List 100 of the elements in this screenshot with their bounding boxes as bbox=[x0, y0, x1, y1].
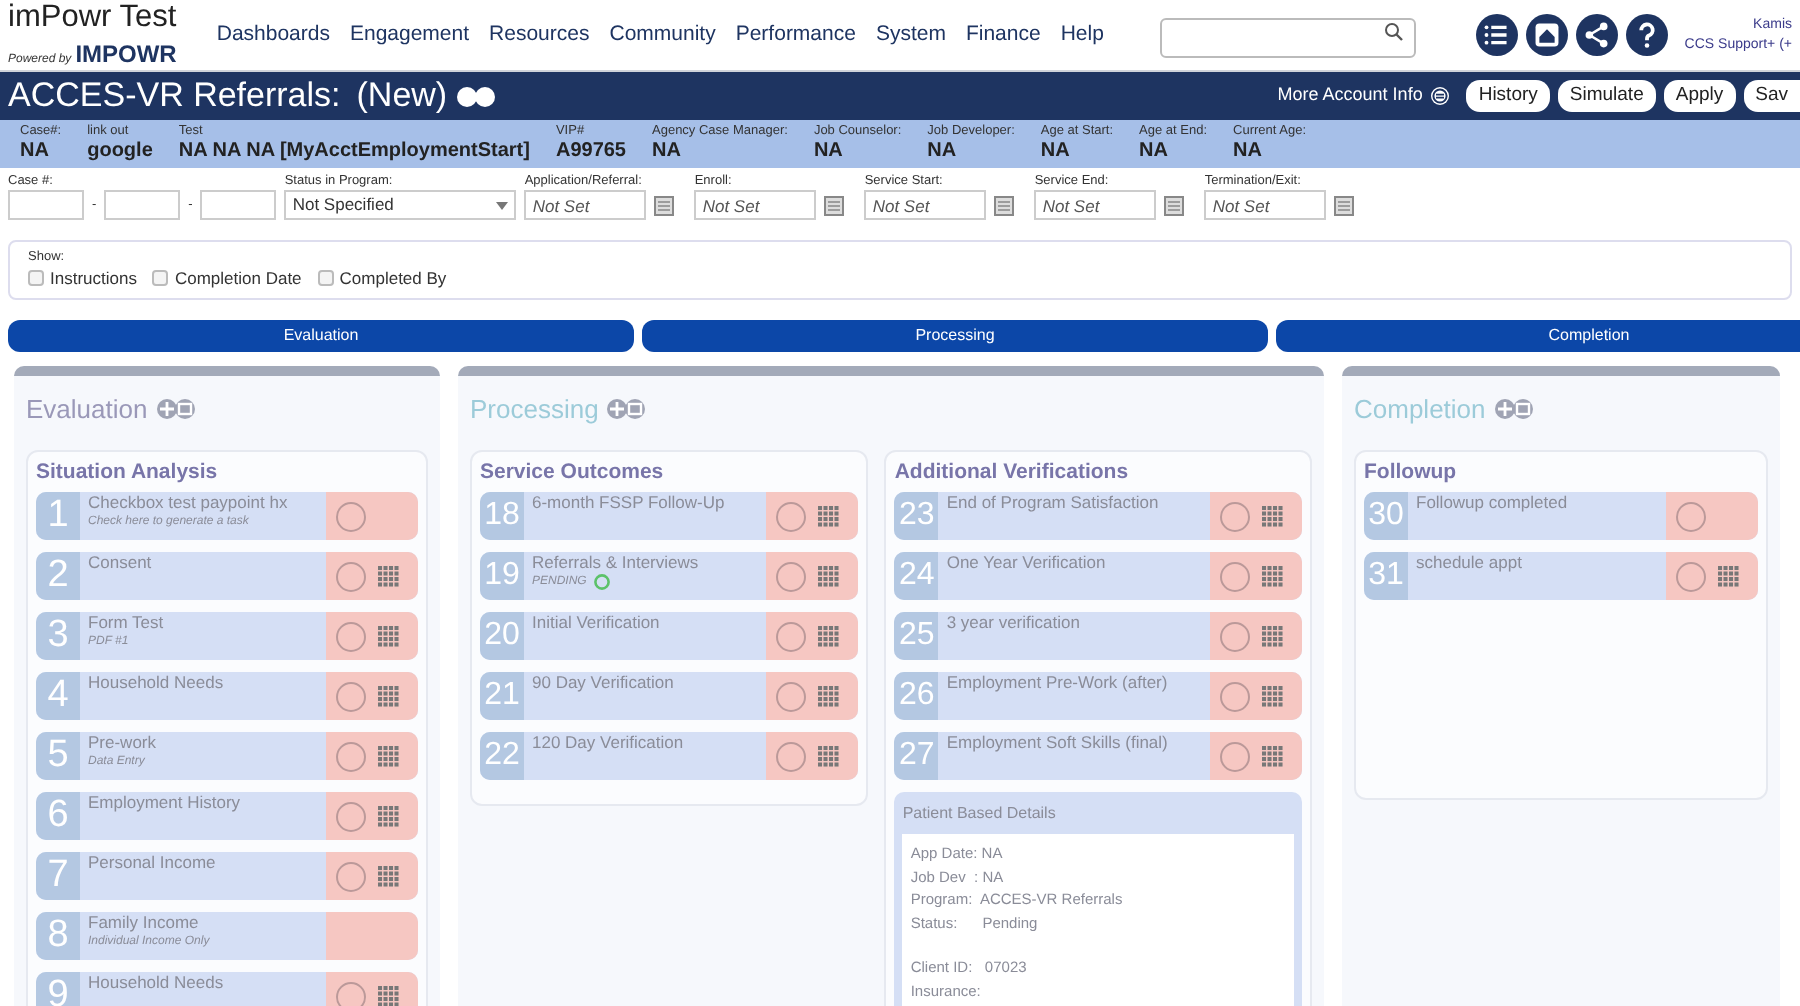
complete-toggle[interactable] bbox=[1220, 561, 1251, 592]
task-row[interactable]: 25 3 year verification bbox=[894, 612, 1303, 661]
complete-toggle[interactable] bbox=[336, 561, 366, 592]
phase-tab[interactable]: Evaluation bbox=[8, 320, 634, 352]
complete-toggle[interactable] bbox=[336, 861, 366, 892]
grid-icon[interactable] bbox=[1262, 565, 1285, 588]
list-icon[interactable] bbox=[1476, 14, 1519, 56]
task-number: 5 bbox=[36, 732, 80, 781]
task-row[interactable]: 2 Consent bbox=[36, 552, 418, 601]
nav-menu-item[interactable]: Community bbox=[609, 19, 716, 51]
header-button[interactable]: Apply bbox=[1663, 80, 1736, 112]
task-row[interactable]: 4 Household Needs bbox=[36, 672, 418, 721]
checkbox[interactable] bbox=[317, 270, 334, 287]
complete-toggle[interactable] bbox=[1220, 681, 1251, 712]
complete-toggle[interactable] bbox=[776, 501, 807, 532]
grid-icon[interactable] bbox=[818, 745, 841, 768]
grid-icon[interactable] bbox=[1262, 625, 1285, 648]
search-icon[interactable] bbox=[1384, 21, 1405, 41]
grid-icon[interactable] bbox=[378, 565, 400, 588]
header-button[interactable]: Simulate bbox=[1557, 80, 1656, 112]
task-title: One Year Verification bbox=[946, 552, 1108, 573]
complete-toggle[interactable] bbox=[336, 741, 366, 772]
complete-toggle[interactable] bbox=[776, 561, 807, 592]
task-number: 19 bbox=[480, 552, 524, 601]
input-field[interactable] bbox=[8, 190, 84, 220]
calendar-icon[interactable] bbox=[994, 195, 1015, 215]
input-field[interactable] bbox=[104, 190, 181, 220]
group-title: Service Outcomes bbox=[480, 457, 666, 487]
complete-toggle[interactable] bbox=[776, 741, 807, 772]
grid-icon[interactable] bbox=[818, 625, 841, 648]
grid-icon[interactable] bbox=[378, 685, 400, 708]
calendar-icon[interactable] bbox=[1164, 195, 1185, 215]
header-button[interactable]: Sav bbox=[1743, 80, 1800, 112]
complete-toggle[interactable] bbox=[336, 801, 366, 832]
nav-menu-item[interactable]: Performance bbox=[735, 19, 856, 51]
complete-toggle[interactable] bbox=[776, 621, 807, 652]
task-row[interactable]: 20 Initial Verification bbox=[480, 612, 859, 661]
task-row[interactable]: 18 6-month FSSP Follow-Up bbox=[480, 492, 859, 541]
header-button[interactable]: History bbox=[1466, 80, 1550, 112]
task-row[interactable]: 7 Personal Income bbox=[36, 852, 418, 901]
help-icon[interactable] bbox=[1626, 14, 1669, 56]
task-row[interactable]: 24 One Year Verification bbox=[894, 552, 1303, 601]
date-field[interactable]: Not Set bbox=[1034, 190, 1157, 220]
checkbox-label: Completed By bbox=[339, 266, 447, 292]
date-field[interactable]: Not Set bbox=[1204, 190, 1327, 220]
phase-tab[interactable]: Completion bbox=[1276, 320, 1800, 352]
calendar-icon[interactable] bbox=[824, 195, 845, 215]
more-account-info-link[interactable]: More Account Info bbox=[1277, 82, 1423, 110]
task-row[interactable]: 22 120 Day Verification bbox=[480, 732, 859, 781]
grid-icon[interactable] bbox=[818, 565, 841, 588]
complete-toggle[interactable] bbox=[1220, 501, 1251, 532]
task-row[interactable]: 31 schedule appt bbox=[1364, 552, 1758, 601]
task-row[interactable]: 6 Employment History bbox=[36, 792, 418, 841]
complete-toggle[interactable] bbox=[336, 621, 366, 652]
task-row[interactable]: 21 90 Day Verification bbox=[480, 672, 859, 721]
date-field[interactable]: Not Set bbox=[694, 190, 817, 220]
task-row[interactable]: 26 Employment Pre-Work (after) bbox=[894, 672, 1303, 721]
grid-icon[interactable] bbox=[1718, 565, 1740, 588]
expand-collapse-icon[interactable] bbox=[455, 85, 496, 107]
calendar-icon[interactable] bbox=[654, 195, 675, 215]
calendar-icon[interactable] bbox=[1334, 195, 1355, 215]
grid-icon[interactable] bbox=[378, 985, 400, 1006]
task-row[interactable]: 30 Followup completed bbox=[1364, 492, 1758, 541]
complete-toggle[interactable] bbox=[1676, 501, 1706, 532]
share-icon[interactable] bbox=[1576, 14, 1619, 56]
grid-icon[interactable] bbox=[1262, 505, 1285, 528]
grid-icon[interactable] bbox=[378, 625, 400, 648]
grid-icon[interactable] bbox=[378, 805, 400, 828]
date-field[interactable]: Not Set bbox=[524, 190, 647, 220]
complete-toggle[interactable] bbox=[336, 501, 366, 532]
complete-toggle[interactable] bbox=[776, 681, 807, 712]
complete-toggle[interactable] bbox=[1220, 741, 1251, 772]
complete-toggle[interactable] bbox=[336, 681, 366, 712]
checkbox[interactable] bbox=[28, 270, 44, 287]
nav-menu-item[interactable]: Resources bbox=[489, 19, 590, 51]
grid-icon[interactable] bbox=[818, 505, 841, 528]
task-row[interactable]: 27 Employment Soft Skills (final) bbox=[894, 732, 1303, 781]
nav-menu-item[interactable]: Finance bbox=[965, 19, 1041, 51]
nav-menu-item[interactable]: Dashboards bbox=[216, 19, 330, 51]
home-icon[interactable] bbox=[1526, 14, 1569, 56]
checkbox[interactable] bbox=[152, 270, 169, 287]
grid-icon[interactable] bbox=[1262, 745, 1285, 768]
nav-menu-item[interactable]: Engagement bbox=[349, 19, 470, 51]
complete-toggle[interactable] bbox=[1676, 561, 1706, 592]
nav-menu-item[interactable]: System bbox=[875, 19, 946, 51]
search-field[interactable] bbox=[1160, 18, 1417, 58]
dropdown[interactable]: Not Specified bbox=[284, 190, 517, 220]
complete-toggle[interactable] bbox=[336, 981, 366, 1006]
menu-circle-icon[interactable] bbox=[1430, 86, 1451, 106]
complete-toggle[interactable] bbox=[1220, 621, 1251, 652]
grid-icon[interactable] bbox=[1262, 685, 1285, 708]
task-row[interactable]: 23 End of Program Satisfaction bbox=[894, 492, 1303, 541]
grid-icon[interactable] bbox=[378, 865, 400, 888]
nav-menu-item[interactable]: Help bbox=[1060, 19, 1104, 51]
phase-tab[interactable]: Processing bbox=[642, 320, 1268, 352]
date-field[interactable]: Not Set bbox=[864, 190, 987, 220]
brand-logo: IMPOWR bbox=[75, 37, 177, 71]
input-field[interactable] bbox=[200, 190, 277, 220]
grid-icon[interactable] bbox=[818, 685, 841, 708]
grid-icon[interactable] bbox=[378, 745, 400, 768]
